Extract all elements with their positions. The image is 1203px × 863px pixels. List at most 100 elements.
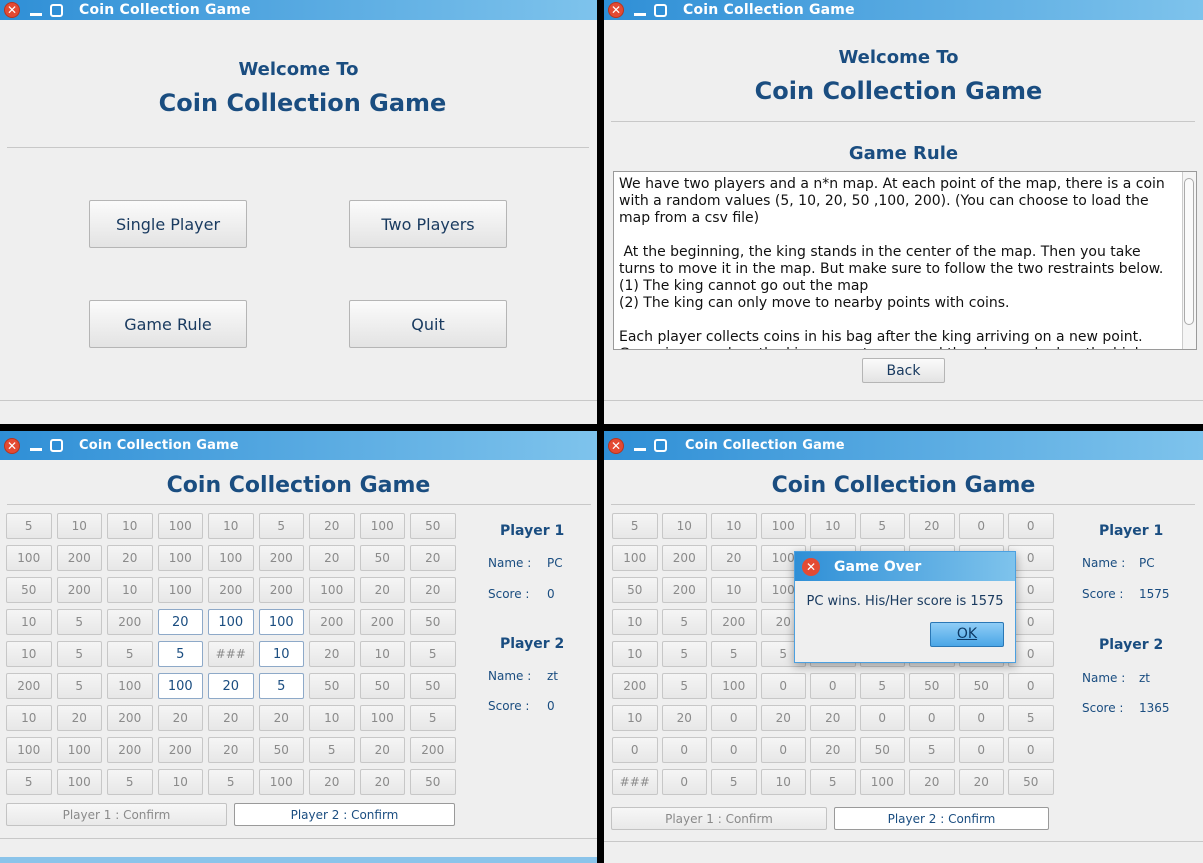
board-cell[interactable]: 0 [760, 737, 806, 763]
board-cell[interactable]: 20 [56, 705, 102, 731]
board-cell[interactable]: 5 [56, 609, 102, 635]
board-cell[interactable]: 20 [760, 705, 806, 731]
board-cell[interactable]: 200 [661, 577, 707, 603]
board-cell[interactable]: 100 [157, 673, 203, 699]
board-cell[interactable]: 20 [410, 577, 456, 603]
maximize-icon[interactable] [50, 3, 63, 17]
board-cell[interactable]: 200 [711, 609, 757, 635]
board-cell[interactable]: 100 [208, 545, 254, 571]
ok-button[interactable]: OK [930, 622, 1004, 647]
board-cell[interactable]: 100 [359, 705, 405, 731]
board-cell[interactable]: 100 [56, 769, 102, 795]
board-cell[interactable]: 200 [208, 577, 254, 603]
board-cell[interactable]: 0 [909, 705, 955, 731]
board-cell[interactable]: 100 [6, 545, 52, 571]
close-icon[interactable]: ✕ [802, 557, 820, 576]
board-cell[interactable]: 50 [958, 673, 1004, 699]
board-cell[interactable]: 5 [107, 769, 153, 795]
board-cell[interactable]: 200 [107, 705, 153, 731]
player1-confirm-button[interactable]: Player 1 : Confirm [611, 807, 827, 830]
board-cell[interactable]: 50 [410, 769, 456, 795]
board-cell[interactable]: 10 [258, 641, 304, 667]
board-cell[interactable]: 10 [6, 609, 52, 635]
quit-button[interactable]: Quit [349, 300, 507, 348]
board-cell[interactable]: 100 [711, 673, 757, 699]
board-cell[interactable]: 10 [107, 513, 153, 539]
board-cell[interactable]: 5 [711, 641, 757, 667]
minimize-icon[interactable] [634, 12, 646, 16]
back-button[interactable]: Back [862, 358, 945, 383]
board-cell[interactable]: 20 [309, 545, 355, 571]
board-cell[interactable]: 10 [359, 641, 405, 667]
board-cell[interactable]: 20 [157, 609, 203, 635]
board-cell[interactable]: 100 [56, 737, 102, 763]
board-cell[interactable]: 5 [909, 737, 955, 763]
board-cell[interactable]: 20 [810, 737, 856, 763]
board-cell[interactable]: 200 [258, 577, 304, 603]
board-cell[interactable]: 5 [258, 673, 304, 699]
player2-confirm-button[interactable]: Player 2 : Confirm [834, 807, 1049, 830]
board-cell[interactable]: 10 [760, 769, 806, 795]
board-cell[interactable]: 5 [309, 737, 355, 763]
board-cell[interactable]: 200 [6, 673, 52, 699]
board-cell[interactable]: 50 [410, 513, 456, 539]
board-cell[interactable]: 100 [208, 609, 254, 635]
board-cell[interactable]: 20 [208, 673, 254, 699]
board-cell[interactable]: 100 [258, 769, 304, 795]
board-cell[interactable]: 100 [107, 673, 153, 699]
board-cell[interactable]: 100 [157, 577, 203, 603]
board-cell[interactable]: 200 [157, 737, 203, 763]
board-cell[interactable]: 20 [107, 545, 153, 571]
board-cell[interactable]: 0 [1008, 513, 1054, 539]
board-cell[interactable]: 100 [6, 737, 52, 763]
board-cell[interactable]: 5 [711, 769, 757, 795]
board-cell[interactable]: 20 [661, 705, 707, 731]
board-cell[interactable]: 10 [309, 705, 355, 731]
board-cell[interactable]: 5 [157, 641, 203, 667]
close-icon[interactable]: ✕ [608, 2, 624, 18]
board-cell[interactable]: 5 [56, 673, 102, 699]
board-cell[interactable]: 0 [859, 705, 905, 731]
board-cell[interactable]: 20 [359, 769, 405, 795]
board-cell[interactable]: 50 [1008, 769, 1054, 795]
board-cell[interactable]: 0 [958, 705, 1004, 731]
board-cell[interactable]: 0 [711, 705, 757, 731]
board-cell[interactable]: 0 [810, 673, 856, 699]
scrollbar-thumb[interactable] [1184, 178, 1194, 325]
board-cell[interactable]: 200 [107, 609, 153, 635]
board-cell[interactable]: 20 [410, 545, 456, 571]
board-cell[interactable]: 50 [859, 737, 905, 763]
board-cell[interactable]: 200 [359, 609, 405, 635]
board-cell[interactable]: 0 [612, 737, 658, 763]
board-cell[interactable]: 10 [6, 641, 52, 667]
board-cell[interactable]: ### [208, 641, 254, 667]
board-cell[interactable]: 20 [359, 737, 405, 763]
maximize-icon[interactable] [654, 439, 667, 452]
board-cell[interactable]: 100 [258, 609, 304, 635]
minimize-icon[interactable] [30, 448, 42, 451]
board-cell[interactable]: 10 [612, 705, 658, 731]
board-cell[interactable]: 100 [309, 577, 355, 603]
two-players-button[interactable]: Two Players [349, 200, 507, 248]
board-cell[interactable]: 20 [309, 641, 355, 667]
maximize-icon[interactable] [50, 439, 63, 452]
board-cell[interactable]: 20 [958, 769, 1004, 795]
board-cell[interactable]: 5 [208, 769, 254, 795]
board-cell[interactable]: 0 [1008, 673, 1054, 699]
board-cell[interactable]: 10 [6, 705, 52, 731]
board-cell[interactable]: 20 [208, 737, 254, 763]
board-cell[interactable]: 10 [661, 513, 707, 539]
board-cell[interactable]: 200 [56, 577, 102, 603]
player1-confirm-button[interactable]: Player 1 : Confirm [6, 803, 227, 826]
board-cell[interactable]: 0 [711, 737, 757, 763]
board-cell[interactable]: 50 [909, 673, 955, 699]
board-cell[interactable]: 50 [6, 577, 52, 603]
board-cell[interactable]: 5 [56, 641, 102, 667]
minimize-icon[interactable] [30, 12, 42, 16]
board-cell[interactable]: 100 [760, 513, 806, 539]
board-cell[interactable]: 0 [661, 737, 707, 763]
board-cell[interactable]: 200 [410, 737, 456, 763]
board-cell[interactable]: 20 [711, 545, 757, 571]
board-cell[interactable]: 0 [1008, 737, 1054, 763]
board-cell[interactable]: 10 [612, 641, 658, 667]
